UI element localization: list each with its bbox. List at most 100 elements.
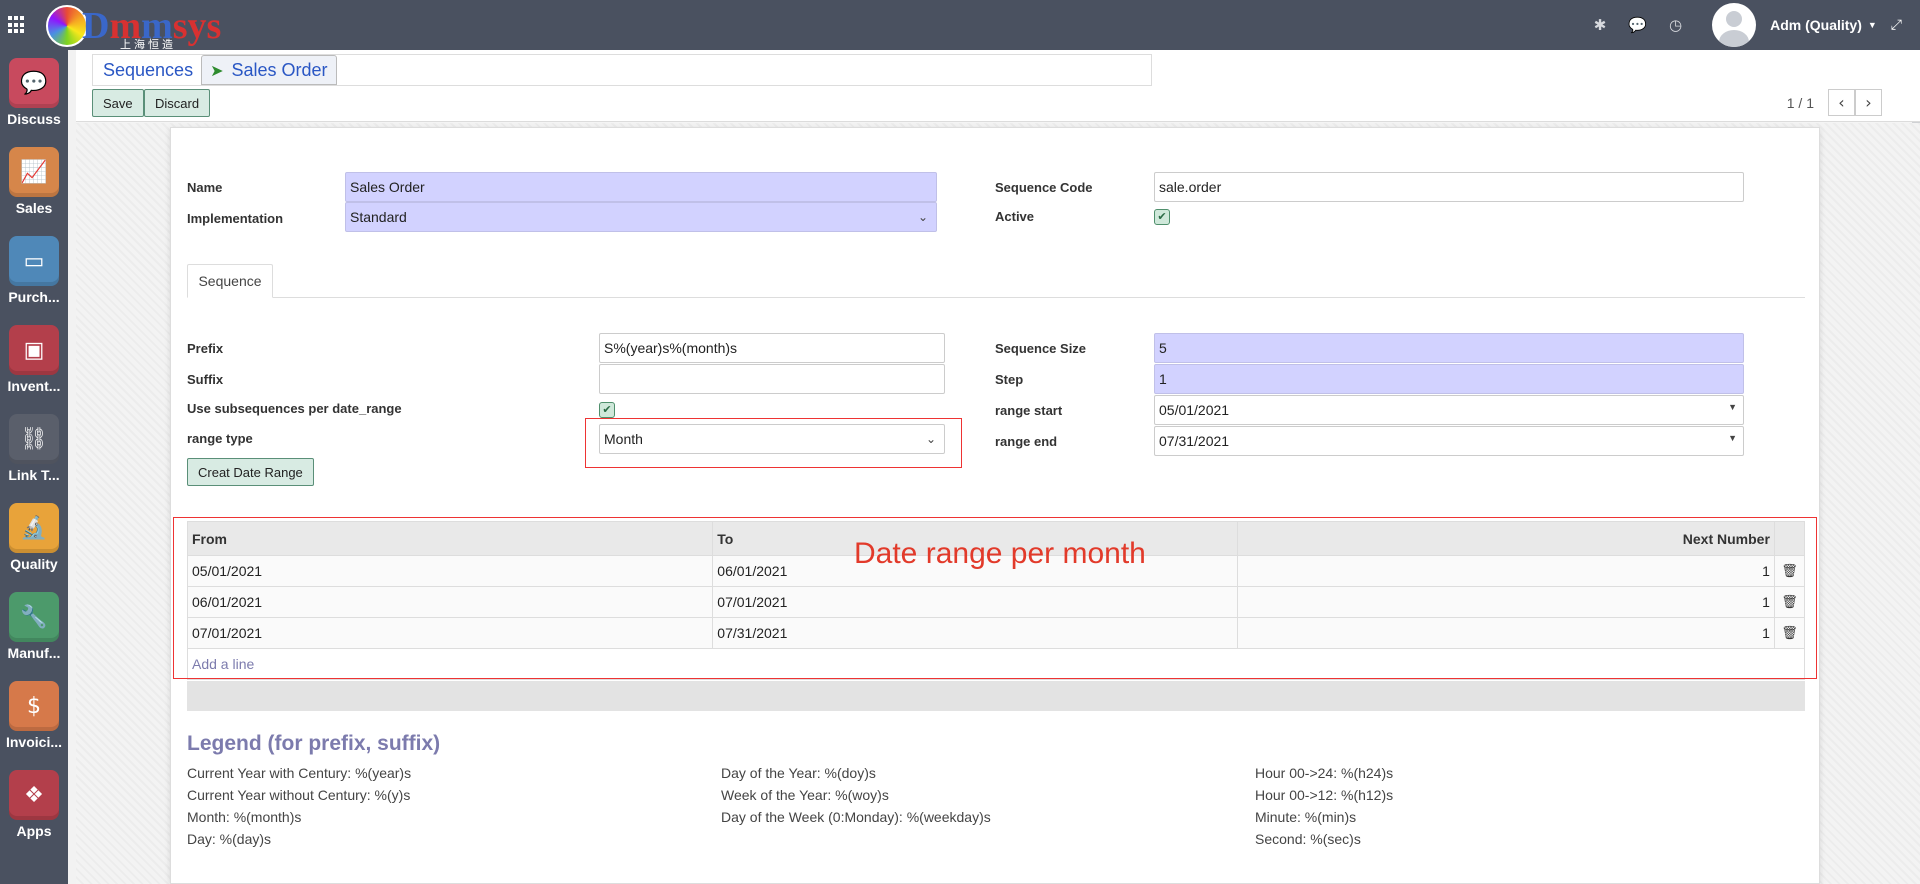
sidebar-item-5[interactable]: 🔬 Quality: [0, 495, 68, 584]
range-end-label: range end: [995, 434, 1058, 449]
legend-entry: Hour 00->24: %(h24)s: [1255, 765, 1394, 781]
chat-icon[interactable]: 💬: [1628, 16, 1647, 34]
suffix-label: Suffix: [187, 372, 224, 387]
sidebar-item-4[interactable]: ⛓ Link T...: [0, 406, 68, 495]
dropdown-triangle-icon: ▼: [1728, 402, 1737, 412]
breadcrumb-sequences-link[interactable]: Sequences: [93, 60, 201, 81]
user-caret-icon[interactable]: ▼: [1868, 20, 1877, 30]
pager-next-icon[interactable]: ›: [1855, 89, 1882, 116]
sidebar-item-8[interactable]: ❖ Apps: [0, 762, 68, 851]
sidebar-item-label: Invoici...: [5, 734, 62, 750]
logo-letter: D: [82, 5, 110, 47]
pager: 1 / 1 ‹ ›: [1787, 89, 1882, 116]
prefix-label: Prefix: [187, 341, 224, 356]
use-subsequences-label: Use subsequences per date_range: [187, 401, 402, 416]
chat-bubble-icon: 💬: [9, 58, 59, 108]
user-menu[interactable]: Adm (Quality): [1770, 17, 1862, 33]
name-field[interactable]: Sales Order: [345, 172, 937, 202]
breadcrumb-current: ➤ Sales Order: [201, 55, 337, 85]
top-navbar: Dmmsys 上海恒造 ✱ 💬 ◷ Adm (Quality) ▼ ⤢: [0, 0, 1920, 51]
fullscreen-expand-icon[interactable]: ⤢: [1891, 17, 1902, 33]
inventory-box-icon: ▣: [9, 325, 59, 375]
name-label: Name: [187, 180, 223, 195]
dropdown-triangle-icon: ▼: [1728, 433, 1737, 443]
sales-chart-icon: 📈: [9, 147, 59, 197]
sidebar-item-1[interactable]: 📈 Sales: [0, 139, 68, 228]
pager-previous-icon[interactable]: ‹: [1828, 89, 1855, 116]
step-label: Step: [995, 372, 1024, 387]
range-start-value: 05/01/2021: [1159, 402, 1230, 418]
step-field[interactable]: 1: [1154, 364, 1744, 394]
play-arrow-icon: ➤: [210, 60, 224, 80]
sidebar-item-3[interactable]: ▣ Invent...: [0, 317, 68, 406]
sidebar-item-label: Manuf...: [7, 645, 61, 661]
sequence-code-field[interactable]: sale.order: [1154, 172, 1744, 202]
notebook-divider: [187, 297, 1805, 298]
breadcrumb-current-label: Sales Order: [231, 59, 328, 80]
legend-column-3: Hour 00->24: %(h24)s Hour 00->12: %(h12)s…: [1255, 762, 1393, 850]
sidebar-item-label: Discuss: [7, 111, 61, 127]
credit-card-icon: ▭: [9, 236, 59, 286]
use-subsequences-checkbox[interactable]: ✔: [599, 402, 615, 418]
control-panel: Sequences ➤ Sales Order Save Discard 1 /…: [76, 50, 1920, 122]
sidebar-item-label: Apps: [16, 823, 52, 839]
suffix-field[interactable]: [599, 364, 945, 394]
logo-letter: sys: [172, 5, 222, 47]
legend-entry: Day: %(day)s: [187, 831, 272, 847]
implementation-select[interactable]: Standard ⌄: [345, 202, 937, 232]
legend-column-1: Current Year with Century: %(year)s Curre…: [187, 762, 411, 850]
sequence-size-field[interactable]: 5: [1154, 333, 1744, 363]
save-button[interactable]: Save: [92, 89, 144, 117]
sidebar-item-7[interactable]: $ Invoici...: [0, 673, 68, 762]
debug-bug-icon[interactable]: ✱: [1594, 16, 1607, 34]
form-sheet: Name Sales Order Implementation Standard…: [170, 127, 1820, 884]
microscope-icon: 🔬: [9, 503, 59, 553]
sidebar-item-label: Quality: [10, 556, 58, 572]
invoice-dollar-icon: $: [9, 681, 59, 731]
sidebar-item-label: Sales: [15, 200, 53, 216]
legend-column-2: Day of the Year: %(doy)s Week of the Year…: [721, 762, 991, 828]
legend-entry: Minute: %(min)s: [1255, 809, 1357, 825]
legend-entry: Second: %(sec)s: [1255, 831, 1361, 847]
discard-button[interactable]: Discard: [144, 89, 211, 117]
wrench-icon: 🔧: [9, 592, 59, 642]
range-type-label: range type: [187, 431, 253, 446]
apps-cubes-icon: ❖: [9, 770, 59, 820]
legend-entry: Day of the Year: %(doy)s: [721, 765, 876, 781]
apps-menu-icon[interactable]: [8, 16, 26, 34]
implementation-value: Standard: [350, 209, 407, 225]
sequence-size-label: Sequence Size: [995, 341, 1087, 356]
legend-entry: Month: %(month)s: [187, 809, 302, 825]
sidebar-item-label: Invent...: [7, 378, 61, 394]
create-date-range-button[interactable]: Creat Date Range: [187, 458, 314, 486]
range-type-highlight: [585, 418, 962, 468]
range-end-value: 07/31/2021: [1159, 433, 1230, 449]
chain-link-icon: ⛓: [9, 414, 59, 464]
activity-clock-icon[interactable]: ◷: [1669, 16, 1682, 34]
pager-value[interactable]: 1 / 1: [1787, 95, 1814, 111]
range-start-label: range start: [995, 403, 1063, 418]
sidebar-item-label: Link T...: [8, 467, 60, 483]
sidebar-item-2[interactable]: ▭ Purch...: [0, 228, 68, 317]
active-checkbox[interactable]: ✔: [1154, 209, 1170, 225]
range-end-field[interactable]: 07/31/2021 ▼: [1154, 426, 1744, 456]
chevron-down-icon: ⌄: [917, 210, 928, 224]
breadcrumb: Sequences ➤ Sales Order: [92, 54, 1152, 86]
prefix-field[interactable]: S%(year)s%(month)s: [599, 333, 945, 363]
legend-entry: Current Year with Century: %(year)s: [187, 765, 412, 781]
company-logo[interactable]: Dmmsys 上海恒造: [46, 3, 222, 51]
sequence-code-label: Sequence Code: [995, 180, 1093, 195]
avatar[interactable]: [1712, 3, 1757, 47]
range-start-field[interactable]: 05/01/2021 ▼: [1154, 395, 1744, 425]
sidebar-item-6[interactable]: 🔧 Manuf...: [0, 584, 68, 673]
implementation-label: Implementation: [187, 211, 284, 226]
active-label: Active: [995, 209, 1035, 224]
legend-title: Legend (for prefix, suffix): [187, 732, 441, 755]
annotation-label: Date range per month: [854, 537, 1146, 570]
app-sidebar: 💬 Discuss 📈 Sales ▭ Purch... ▣ Invent... ⛓ Link T…: [0, 50, 68, 884]
sidebar-item-0[interactable]: 💬 Discuss: [0, 50, 68, 139]
sidebar-item-label: Purch...: [8, 289, 60, 305]
legend-entry: Day of the Week (0:Monday): %(weekday)s: [721, 809, 991, 825]
tab-sequence[interactable]: Sequence: [187, 264, 273, 298]
legend-entry: Week of the Year: %(woy)s: [721, 787, 889, 803]
